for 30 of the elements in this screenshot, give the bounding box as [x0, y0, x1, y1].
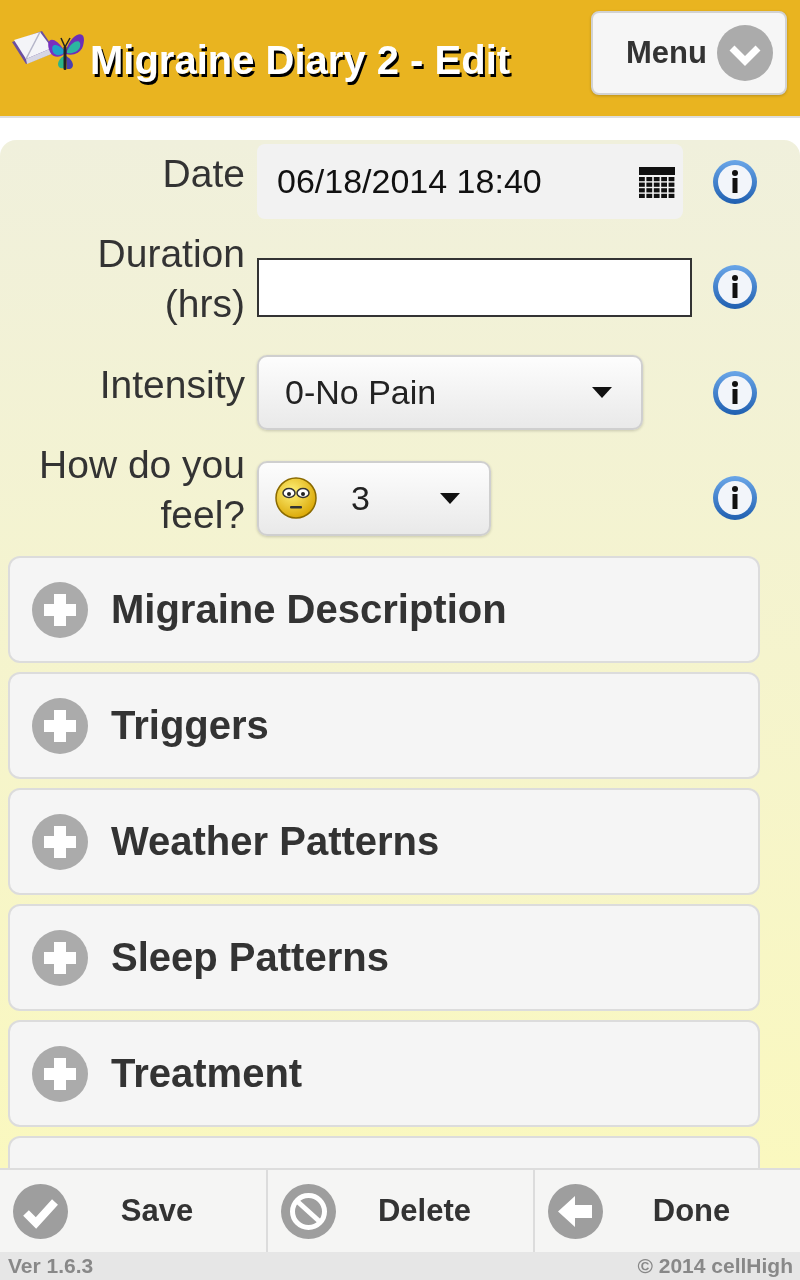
section-header[interactable]: Weather Patterns: [8, 788, 760, 895]
info-icon[interactable]: [712, 158, 758, 205]
copyright-text: © 2014 cellHigh: [637, 1254, 793, 1278]
field-label: How do you feel?: [38, 442, 245, 538]
page-title: Migraine Diary 2 - Edit: [90, 37, 511, 83]
text-input[interactable]: [257, 257, 692, 317]
mood-select[interactable]: 3: [257, 460, 491, 536]
face-emoji-icon: [275, 477, 317, 519]
section-header[interactable]: Migraine Description: [8, 556, 760, 663]
info-icon[interactable]: [712, 264, 758, 310]
section-header[interactable]: Triggers: [8, 672, 760, 779]
date-field[interactable]: 06/18/2014 18:40: [257, 144, 683, 219]
info-icon[interactable]: [712, 369, 758, 416]
caret-icon: [592, 387, 612, 398]
check-icon: [13, 1183, 68, 1239]
menu-button[interactable]: Menu: [591, 11, 787, 95]
dropdown-select[interactable]: 0-No Pain: [257, 355, 643, 430]
done-button[interactable]: Done: [535, 1170, 800, 1252]
calendar-icon[interactable]: [639, 164, 675, 199]
field-label: Intensity: [98, 361, 245, 408]
chevron-down-icon: [717, 25, 773, 81]
info-icon[interactable]: [712, 475, 758, 521]
prohibition-icon: [281, 1183, 336, 1239]
field-label: Date: [161, 150, 245, 197]
arrow-left-icon: [548, 1183, 603, 1239]
caret-icon: [440, 492, 460, 504]
field-label: Duration (hrs): [96, 231, 245, 327]
section-header[interactable]: Sleep Patterns: [8, 904, 760, 1011]
section-header[interactable]: Treatment: [8, 1020, 760, 1127]
version-text: Ver 1.6.3: [8, 1254, 94, 1278]
